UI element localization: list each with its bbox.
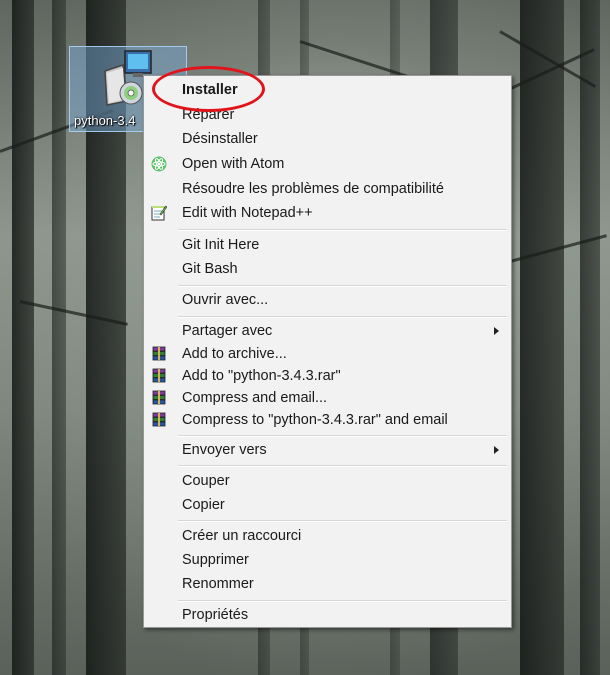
menu-item-renommer[interactable]: Renommer [146, 573, 509, 595]
tree-trunk [12, 0, 34, 675]
menu-item-label: Git Bash [182, 261, 238, 277]
menu-separator [178, 229, 507, 231]
menu-item-compress-to-python-3-4-3-rar-and-email[interactable]: Compress to "python-3.4.3.rar" and email [146, 409, 509, 431]
menu-item-compress-and-email[interactable]: Compress and email... [146, 387, 509, 409]
menu-item-label: Open with Atom [182, 156, 285, 172]
winrar-icon [151, 412, 167, 428]
menu-separator [178, 600, 507, 602]
menu-item-propri-t-s[interactable]: Propriétés [146, 604, 509, 626]
menu-item-git-bash[interactable]: Git Bash [146, 258, 509, 280]
menu-item-label: Créer un raccourci [182, 528, 302, 544]
menu-item-label: Git Init Here [182, 237, 260, 253]
menu-item-supprimer[interactable]: Supprimer [146, 549, 509, 571]
menu-item-label: Copier [182, 497, 225, 513]
menu-item-label: Compress to "python-3.4.3.rar" and email [182, 412, 448, 428]
menu-separator [178, 316, 507, 318]
menu-item-d-sinstaller[interactable]: Désinstaller [146, 128, 509, 150]
context-menu: Installer Réparer Désinstaller Open with At… [143, 75, 512, 628]
submenu-arrow-icon [494, 446, 499, 454]
menu-item-edit-with-notepad[interactable]: Edit with Notepad++ [146, 202, 509, 224]
tree-trunk [580, 0, 600, 675]
menu-item-label: Supprimer [182, 552, 249, 568]
atom-icon [151, 156, 167, 172]
menu-item-partager-avec[interactable]: Partager avec [146, 320, 509, 342]
menu-item-label: Envoyer vers [182, 442, 267, 458]
menu-item-label: Partager avec [182, 323, 273, 339]
menu-item-label: Add to archive... [182, 346, 287, 362]
menu-separator [178, 520, 507, 522]
tree-trunk [520, 0, 564, 675]
menu-item-label: Ouvrir avec... [182, 292, 269, 308]
menu-item-open-with-atom[interactable]: Open with Atom [146, 153, 509, 175]
menu-item-label: Résoudre les problèmes de compatibilité [182, 181, 444, 197]
menu-item-add-to-archive[interactable]: Add to archive... [146, 343, 509, 365]
menu-item-label: Renommer [182, 576, 254, 592]
menu-item-r-soudre-les-probl-mes-de-compatibilit[interactable]: Résoudre les problèmes de compatibilité [146, 178, 509, 200]
winrar-icon [151, 368, 167, 384]
menu-separator [178, 435, 507, 437]
winrar-icon [151, 346, 167, 362]
menu-item-label: Edit with Notepad++ [182, 205, 313, 221]
menu-separator [178, 465, 507, 467]
menu-item-ouvrir-avec[interactable]: Ouvrir avec... [146, 289, 509, 311]
notepad-plus-plus-icon [151, 205, 168, 221]
menu-item-cr-er-un-raccourci[interactable]: Créer un raccourci [146, 525, 509, 547]
menu-item-label: Add to "python-3.4.3.rar" [182, 368, 341, 384]
menu-item-label: Compress and email... [182, 390, 328, 406]
tree-trunk [52, 0, 66, 675]
highlight-annotation-circle [152, 66, 265, 112]
submenu-arrow-icon [494, 327, 499, 335]
menu-item-envoyer-vers[interactable]: Envoyer vers [146, 439, 509, 461]
menu-item-label: Propriétés [182, 607, 249, 623]
menu-item-git-init-here[interactable]: Git Init Here [146, 234, 509, 256]
menu-item-label: Couper [182, 473, 230, 489]
menu-separator [178, 285, 507, 287]
menu-item-copier[interactable]: Copier [146, 494, 509, 516]
menu-item-add-to-python-3-4-3-rar[interactable]: Add to "python-3.4.3.rar" [146, 365, 509, 387]
winrar-icon [151, 390, 167, 406]
menu-item-label: Désinstaller [182, 131, 258, 147]
menu-item-couper[interactable]: Couper [146, 470, 509, 492]
